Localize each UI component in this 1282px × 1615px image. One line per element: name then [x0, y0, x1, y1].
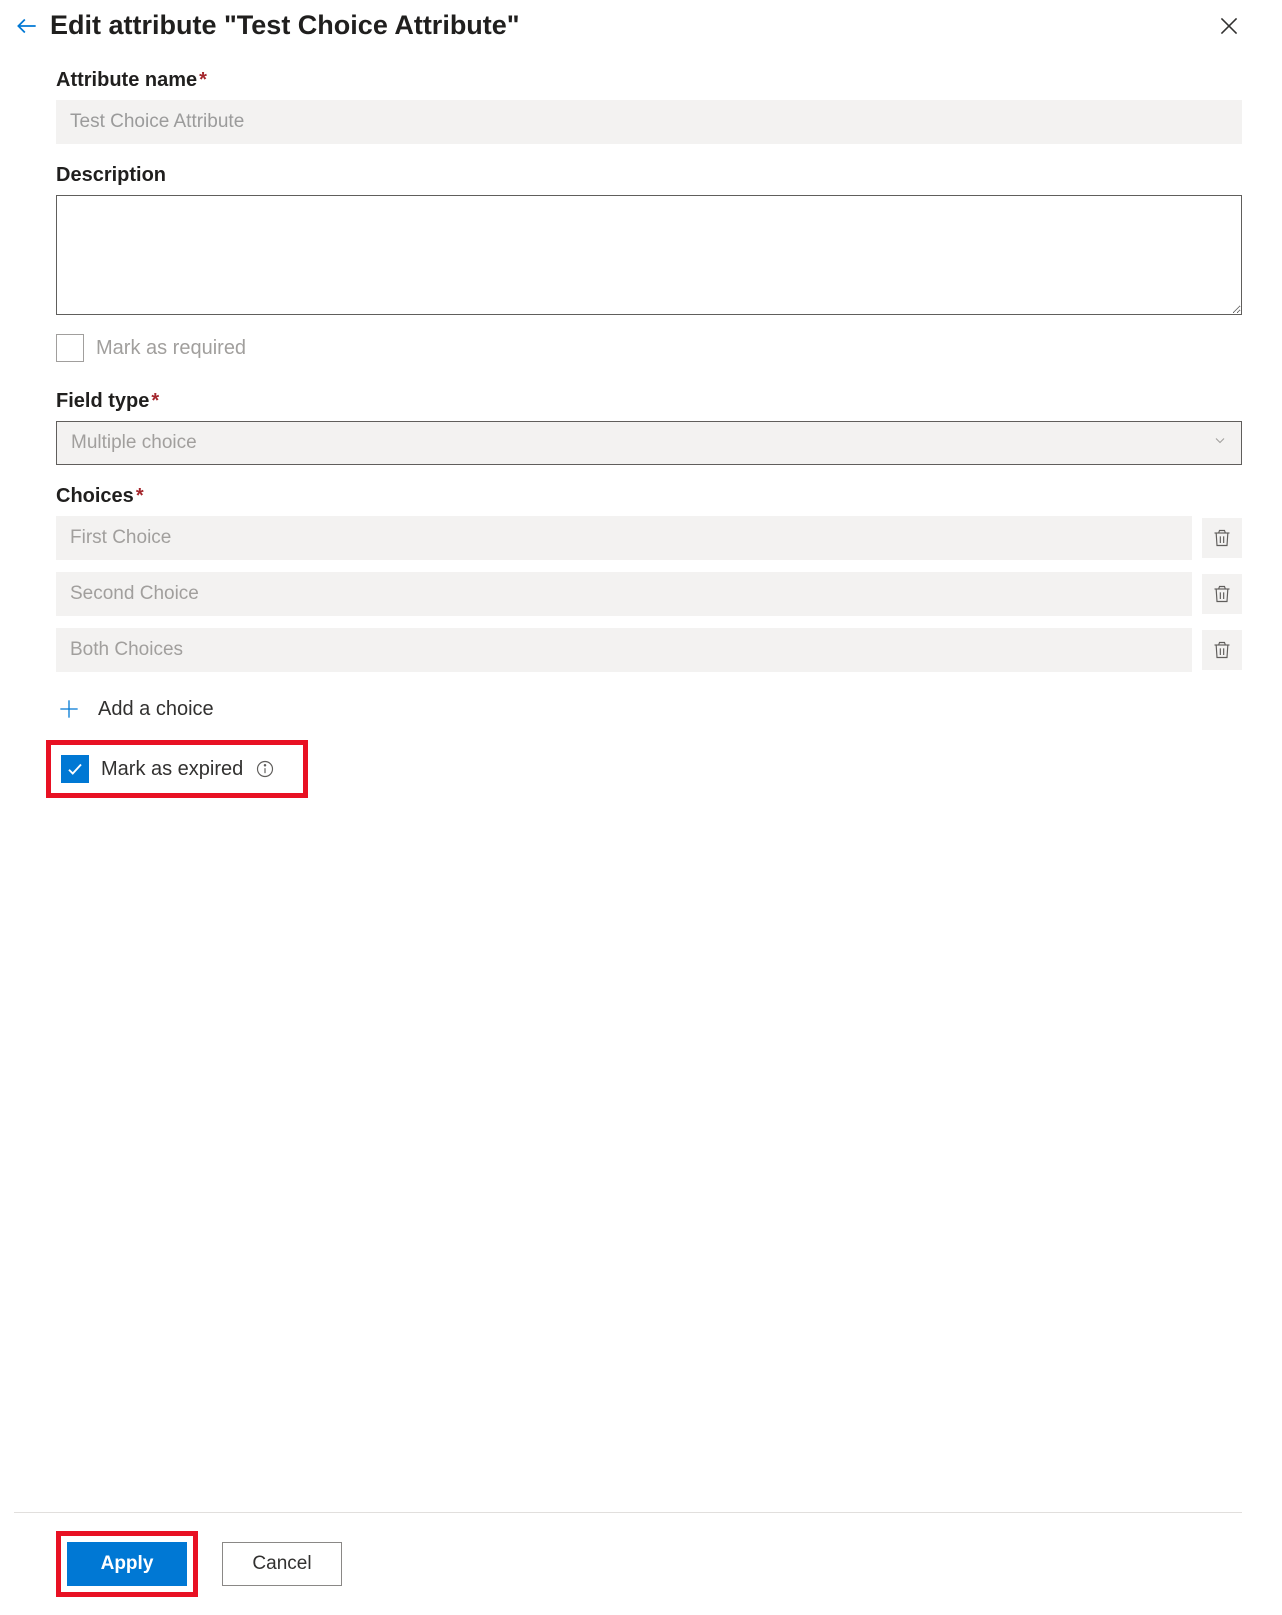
add-choice-button[interactable]: Add a choice [56, 696, 1242, 722]
choice-row [56, 516, 1242, 560]
delete-choice-button[interactable] [1202, 574, 1242, 614]
choice-row [56, 628, 1242, 672]
mark-expired-row: Mark as expired [46, 740, 308, 798]
page-title: Edit attribute "Test Choice Attribute" [50, 10, 520, 41]
mark-expired-checkbox[interactable] [61, 755, 89, 783]
back-arrow-icon[interactable] [14, 13, 40, 39]
attribute-name-input[interactable] [56, 100, 1242, 144]
field-type-select[interactable] [56, 421, 1242, 465]
info-icon[interactable] [255, 759, 275, 779]
apply-button[interactable]: Apply [67, 1542, 187, 1586]
delete-choice-button[interactable] [1202, 630, 1242, 670]
mark-required-checkbox[interactable] [56, 334, 84, 362]
required-indicator: * [151, 390, 159, 412]
close-icon[interactable] [1216, 13, 1242, 39]
description-label: Description [56, 164, 1242, 187]
required-indicator: * [136, 485, 144, 507]
choice-input[interactable] [56, 628, 1192, 672]
add-choice-label: Add a choice [98, 698, 214, 721]
choice-input[interactable] [56, 516, 1192, 560]
choices-label: Choices* [56, 485, 1242, 508]
choice-row [56, 572, 1242, 616]
mark-required-label: Mark as required [96, 337, 246, 360]
field-type-label: Field type* [56, 390, 1242, 413]
description-textarea[interactable] [56, 195, 1242, 315]
cancel-button[interactable]: Cancel [222, 1542, 342, 1586]
attribute-name-label: Attribute name* [56, 69, 1242, 92]
plus-icon [56, 696, 82, 722]
mark-expired-label: Mark as expired [101, 758, 243, 781]
apply-button-highlight: Apply [56, 1531, 198, 1597]
choice-input[interactable] [56, 572, 1192, 616]
required-indicator: * [199, 69, 207, 91]
delete-choice-button[interactable] [1202, 518, 1242, 558]
